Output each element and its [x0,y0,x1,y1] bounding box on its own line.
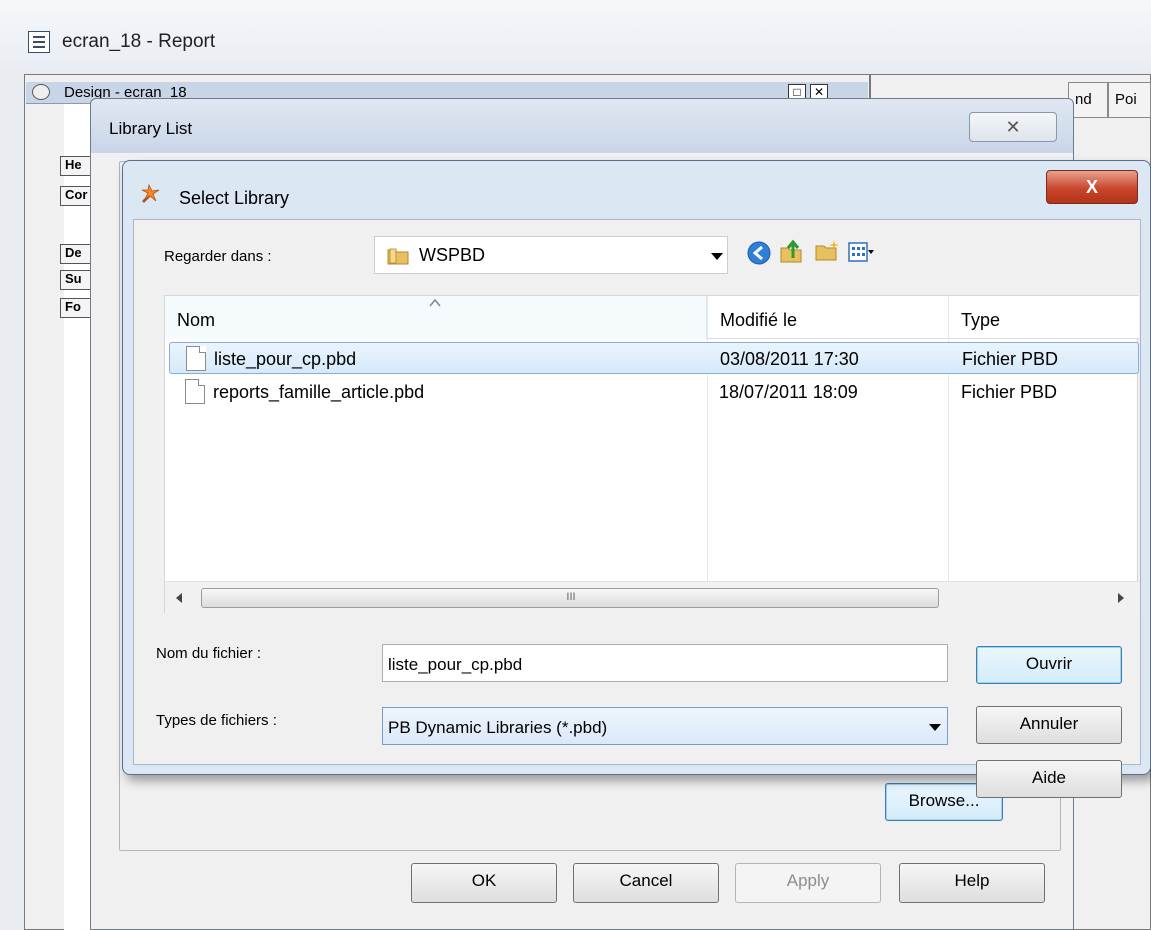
library-list-close-button[interactable]: ✕ [969,112,1057,142]
file-list[interactable]: Nom Modifié le Type liste_pour_cp.pbd 03… [164,295,1139,613]
filetype-value: PB Dynamic Libraries (*.pbd) [388,718,608,737]
look-in-combo[interactable]: WSPBD [374,236,728,274]
select-library-client: Regarder dans : WSPBD Nom Modifié le Typ… [133,219,1141,798]
app-titlebar: ecran_18 - Report [0,0,1151,70]
view-menu-icon[interactable] [848,240,874,266]
file-icon [185,379,205,404]
chevron-down-icon [711,253,723,260]
tab-pointer[interactable]: Poi [1108,82,1151,118]
filename-input[interactable]: liste_pour_cp.pbd [382,644,948,682]
file-row[interactable]: reports_famille_article.pbd 18/07/2011 1… [169,376,1139,408]
open-button[interactable]: Ouvrir [976,646,1122,684]
scroll-right-icon[interactable] [1117,593,1125,603]
file-icon [186,346,206,371]
file-modified: 18/07/2011 18:09 [719,382,858,402]
filetype-select[interactable]: PB Dynamic Libraries (*.pbd) [382,707,948,745]
file-modified: 03/08/2011 17:30 [720,349,859,369]
sort-ascending-icon [429,299,441,307]
band-column[interactable]: Cor [60,186,92,206]
filetype-label: Types de fichiers : [156,712,277,729]
library-list-titlebar: Library List ✕ [91,99,1073,153]
select-library-title: Select Library [179,188,290,208]
folder-icon [387,248,409,265]
report-icon [28,31,50,53]
column-divider [707,296,708,581]
design-icon [32,84,50,100]
dialog-cancel-button[interactable]: Annuler [976,706,1122,744]
scrollbar-thumb[interactable]: III [201,588,939,608]
tab-background[interactable]: nd [1068,82,1108,118]
select-library-close-button[interactable]: X [1046,170,1138,204]
file-type: Fichier PBD [962,349,1059,369]
select-library-dialog: Select Library X Regarder dans : WSPBD N… [122,160,1151,798]
apply-button[interactable]: Apply [735,863,881,903]
column-name[interactable]: Nom [165,296,707,339]
back-icon[interactable] [746,240,772,266]
chevron-down-icon [929,724,941,731]
band-summary[interactable]: Su [60,270,92,290]
file-list-header: Nom Modifié le Type [165,296,1139,339]
file-name: liste_pour_cp.pbd [214,349,357,369]
column-divider [948,296,949,581]
help-button[interactable]: Help [899,863,1045,903]
up-folder-icon[interactable] [778,238,804,264]
library-list-title: Library List [109,119,193,138]
dialog-help-button[interactable]: Aide [976,760,1122,798]
file-row[interactable]: liste_pour_cp.pbd 03/08/2011 17:30 Fichi… [169,342,1139,374]
scroll-left-icon[interactable] [175,593,183,603]
column-type[interactable]: Type [949,296,1139,339]
band-footer[interactable]: Fo [60,298,92,318]
file-type: Fichier PBD [961,382,1058,402]
app-title: ecran_18 - Report [62,31,216,52]
ok-button[interactable]: OK [411,863,557,903]
filename-label: Nom du fichier : [156,645,262,662]
column-modified[interactable]: Modifié le [708,296,948,339]
look-in-value: WSPBD [419,245,486,265]
cancel-button[interactable]: Cancel [573,863,719,903]
band-detail[interactable]: De [60,244,92,264]
horizontal-scrollbar[interactable]: III [165,581,1139,613]
column-name-label: Nom [177,310,216,330]
look-in-label: Regarder dans : [164,248,272,265]
band-header[interactable]: He [60,156,92,176]
file-name: reports_famille_article.pbd [213,382,425,402]
scrollbar-grip: III [566,591,576,603]
select-library-icon [141,183,160,203]
new-folder-icon[interactable] [814,238,840,264]
